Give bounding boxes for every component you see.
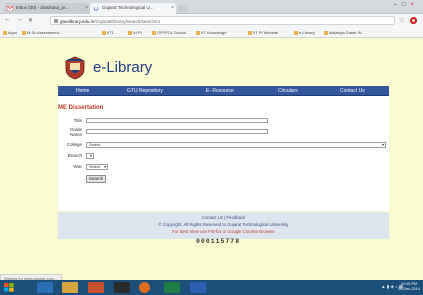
nav-contact-us[interactable]: Contact Us (340, 88, 365, 94)
firefox-icon[interactable] (139, 282, 150, 293)
url-path: /GujaratElibrary/search/searchmr (94, 19, 161, 24)
bookmark-item[interactable]: OFFPOL School (152, 30, 186, 35)
nav-gtu-repository[interactable]: GTU Repository (127, 88, 163, 94)
visitor-counter: 000115778 (196, 238, 241, 245)
gmail-icon (7, 6, 13, 11)
chevron-down-icon: ▾ (381, 142, 384, 147)
forward-icon[interactable]: → (16, 16, 23, 23)
bookmark-item[interactable]: IIT PI Website (248, 30, 278, 35)
excel-icon[interactable] (164, 282, 180, 293)
bookmark-item[interactable]: IIT Knowledge (196, 30, 227, 35)
tab-close-icon[interactable]: × (171, 5, 174, 11)
bookmark-item[interactable]: M.Sc Assessment... (22, 30, 62, 35)
footer: Contact Us | Feedback © Copyright. All R… (58, 211, 389, 273)
title-input[interactable] (86, 118, 268, 123)
college-select[interactable]: Select ▾ (86, 142, 386, 148)
bookmark-label: e-Library (299, 30, 315, 35)
footer-band: Contact Us | Feedback © Copyright. All R… (58, 212, 389, 239)
bookmarks-bar: Apps M.Sc Assessment... IIT1 AI PI OFFPO… (0, 27, 423, 38)
bookmark-label: Malaviya Sarak IN (329, 30, 362, 35)
folder-icon (324, 31, 328, 35)
stop-icon[interactable]: ✕ (28, 17, 33, 24)
branch-label: Branch (67, 153, 82, 158)
chevron-down-icon: ▾ (89, 153, 92, 158)
tab-gtu[interactable]: Gujarat Technological U... × (90, 3, 176, 14)
screen: Inbox (30) - drashana_pr... × Gujarat Te… (0, 0, 423, 295)
folder-icon (248, 31, 252, 35)
word-icon[interactable] (190, 282, 206, 293)
folder-icon (152, 31, 156, 35)
apps-icon (3, 31, 7, 35)
url-domain: gtuelibrary.edu.in (60, 19, 95, 24)
close-window-icon[interactable]: × (410, 2, 419, 8)
folder-icon (22, 31, 26, 35)
form-title: ME Dissertation (58, 105, 104, 111)
bookmark-item[interactable]: e-Library (294, 30, 315, 35)
title-label: Title (73, 118, 82, 123)
app-icon[interactable] (114, 282, 130, 293)
windows-start-icon[interactable] (4, 283, 14, 292)
bookmark-item[interactable]: AI PI (128, 30, 142, 35)
gtu-logo-icon (65, 56, 85, 80)
college-value: Select (89, 142, 101, 147)
chevron-down-icon: ▾ (103, 164, 106, 169)
guide-name-label: Guide Name (69, 127, 82, 137)
bookmark-item[interactable]: IIT1 (102, 30, 114, 35)
college-label: College (66, 142, 82, 147)
year-value: Select (89, 164, 101, 169)
clock-date: 24-Dec-2014 (398, 287, 420, 291)
search-form: ME Dissertation Title Guide Name College… (58, 96, 389, 211)
bookmark-item[interactable]: Malaviya Sarak IN (324, 30, 361, 35)
ie-icon[interactable] (37, 282, 53, 293)
explorer-icon[interactable] (62, 282, 78, 293)
window-controls: –□× (394, 2, 419, 8)
bookmark-label: AI PI (133, 30, 142, 35)
copyright-text: © Copyright. All Rights Reserved to Guja… (158, 222, 289, 227)
tab-close-icon[interactable]: × (85, 5, 88, 11)
tab-label: Inbox (30) - drashana_pr... (16, 5, 70, 10)
bookmark-label: M.Sc Assessment... (27, 30, 63, 35)
bookmark-label: Apps (8, 30, 18, 35)
minimize-icon[interactable]: – (394, 2, 402, 8)
clock[interactable]: 10:05 PM 24-Dec-2014 (398, 282, 420, 292)
search-button[interactable]: Search (86, 175, 106, 183)
tab-label: Gujarat Technological U... (102, 5, 154, 10)
browser-note: For Best View use Firefox or Google Chro… (172, 229, 275, 234)
nav-circulars[interactable]: Circulars (278, 88, 298, 94)
bookmark-star-icon[interactable]: ☆ (399, 16, 405, 24)
main-nav: Home GTU Repository E- Resource Circular… (58, 86, 389, 96)
folder-icon (128, 31, 132, 35)
media-icon[interactable] (88, 282, 104, 293)
bookmark-label: IIT1 (107, 30, 114, 35)
nav-home[interactable]: Home (76, 88, 89, 94)
browser-tab-bar: Inbox (30) - drashana_pr... × Gujarat Te… (0, 0, 423, 14)
new-tab-button[interactable] (178, 5, 188, 12)
bookmark-label: OFFPOL School (157, 30, 187, 35)
footer-links[interactable]: Contact Us | Feedback (58, 215, 389, 220)
back-icon[interactable]: ← (4, 16, 11, 23)
site-header: e-Library (58, 50, 389, 84)
bookmark-item[interactable]: Apps (3, 30, 17, 35)
folder-icon (294, 31, 298, 35)
year-select[interactable]: Select ▾ (86, 164, 108, 170)
guide-name-input[interactable] (86, 129, 268, 134)
bookmark-label: IIT PI Website (253, 30, 278, 35)
page: e-Library Home GTU Repository E- Resourc… (0, 38, 423, 280)
loading-icon (93, 6, 99, 11)
site-name: e-Library (93, 59, 153, 76)
page-icon (54, 19, 58, 23)
folder-icon (196, 31, 200, 35)
url-field[interactable]: gtuelibrary.edu.in/GujaratElibrary/searc… (50, 16, 395, 25)
taskbar: ▲ ▮ ◈ ♪ ▦ 10:05 PM 24-Dec-2014 (0, 280, 423, 295)
folder-icon (102, 31, 106, 35)
bookmark-label: IIT Knowledge (201, 30, 227, 35)
address-bar-row: ← → ✕ gtuelibrary.edu.in/GujaratElibrary… (0, 14, 423, 27)
tab-inbox[interactable]: Inbox (30) - drashana_pr... × (4, 3, 90, 14)
branch-select[interactable]: ▾ (86, 153, 94, 159)
year-label: Year (72, 164, 82, 169)
nav-e-resource[interactable]: E- Resource (206, 88, 234, 94)
opera-icon[interactable] (410, 17, 417, 24)
